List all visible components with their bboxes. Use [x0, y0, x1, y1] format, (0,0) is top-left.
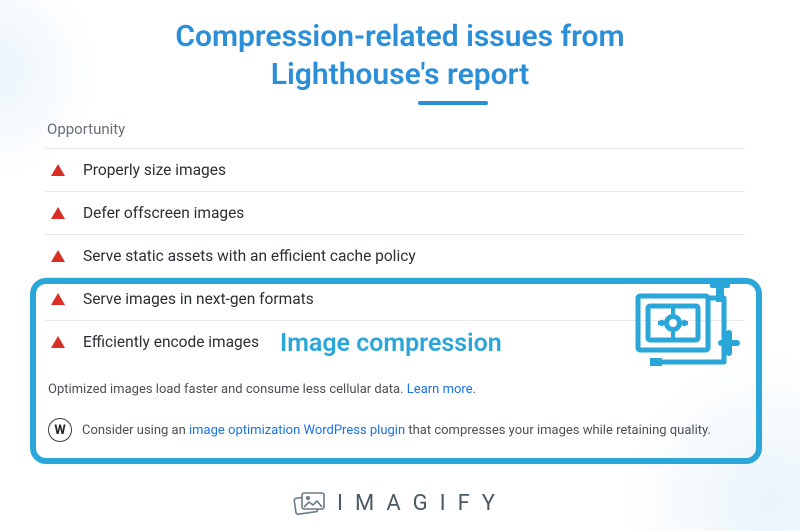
title-underline	[418, 101, 488, 105]
warning-triangle-icon	[51, 293, 65, 305]
opportunity-text: Properly size images	[83, 161, 226, 179]
section-label: Opportunity	[47, 120, 745, 138]
brand-footer: IMAGIFY	[0, 489, 800, 517]
page-title: Compression-related issues from Lighthou…	[0, 18, 800, 105]
helper-suffix: .	[473, 382, 476, 397]
helper-text: Optimized images load faster and consume…	[48, 382, 476, 397]
wordpress-icon: W	[48, 418, 72, 442]
opportunity-row: Defer offscreen images	[45, 191, 745, 234]
learn-more-link[interactable]: Learn more	[407, 382, 473, 397]
wp-tip-text: Consider using an image optimization Wor…	[82, 423, 711, 438]
wp-plugin-link[interactable]: image optimization WordPress plugin	[189, 423, 405, 438]
title-line-2: Lighthouse's report	[271, 57, 529, 92]
warning-triangle-icon	[51, 164, 65, 176]
brand-wordmark: IMAGIFY	[337, 491, 507, 516]
opportunity-text: Serve images in next-gen formats	[83, 290, 314, 308]
warning-triangle-icon	[51, 207, 65, 219]
opportunity-row: Properly size images	[45, 148, 745, 191]
opportunity-row: Serve static assets with an efficient ca…	[45, 234, 745, 277]
opportunity-text: Efficiently encode images	[83, 333, 259, 351]
title-line-1: Compression-related issues from	[175, 19, 624, 54]
opportunity-text: Defer offscreen images	[83, 204, 244, 222]
wordpress-tip: W Consider using an image optimization W…	[48, 418, 711, 442]
imagify-logo-icon	[293, 489, 327, 517]
wp-tip-prefix: Consider using an	[82, 423, 189, 438]
warning-triangle-icon	[51, 250, 65, 262]
wp-tip-suffix: that compresses your images while retain…	[405, 423, 711, 438]
opportunity-text: Serve static assets with an efficient ca…	[83, 247, 416, 265]
callout-label: Image compression	[280, 329, 502, 358]
warning-triangle-icon	[51, 336, 65, 348]
helper-prefix: Optimized images load faster and consume…	[48, 382, 407, 397]
compression-icon	[630, 280, 740, 384]
